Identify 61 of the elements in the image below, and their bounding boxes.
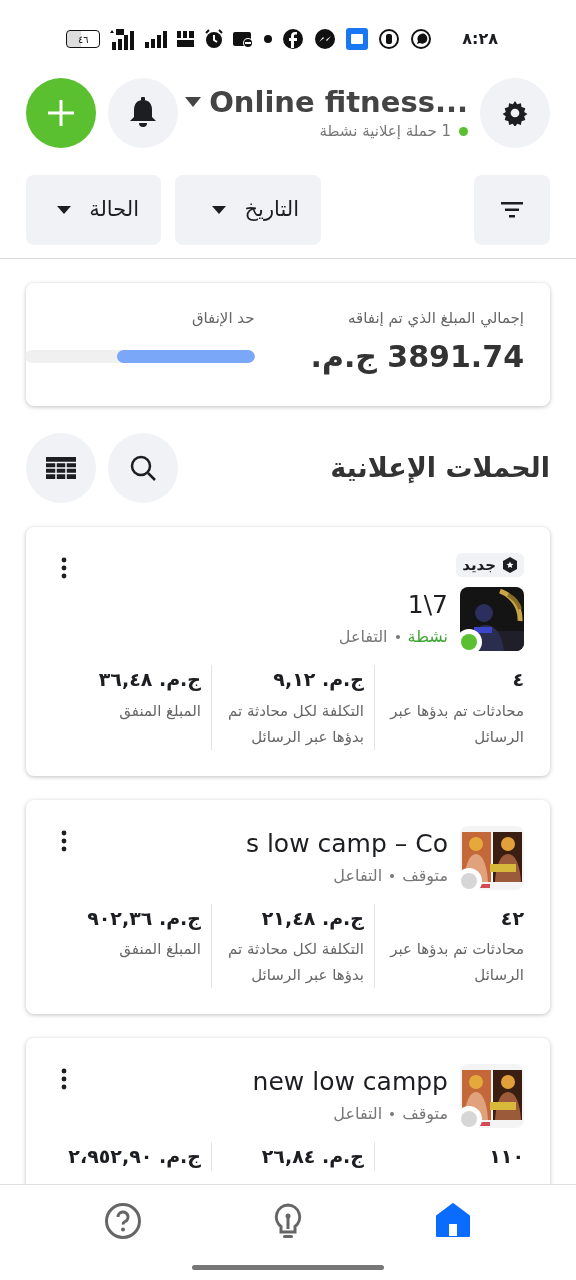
more-icon [61,829,67,852]
stat-label: محادثات تم بدؤها عبر الرسائل [388,700,524,748]
more-icon [61,1068,67,1090]
campaign-status: متوقف [402,864,448,888]
filter-dropdown[interactable]: الحالة [26,175,161,245]
filter-button[interactable] [474,175,550,245]
campaign-name[interactable]: s low camp – Co [245,825,448,862]
screen-cast-icon [232,29,255,49]
battery-icon: ٤٦ [66,30,101,48]
chat-icon [410,28,433,50]
spent-label: إجمالي المبلغ الذي تم إنفاقه [348,308,524,330]
filter-dropdown[interactable]: التاريخ [175,175,321,245]
spending-limit-label: حد الإنفاق [191,308,255,329]
notification-dot-icon [264,35,273,43]
section-title: الحملات الإعلانية [329,450,550,485]
spending-card[interactable]: إجمالي المبلغ الذي تم إنفاقه 3891.74 ج.م. حد الإنفاق [26,283,550,406]
campaign-name[interactable]: 1\7 [407,587,448,623]
settings-icon [502,100,528,126]
table-icon [46,457,76,479]
stat-value: ج.م. ٩٠٢,٣٦ [87,905,201,932]
status-time: ٨:٢٨ [462,28,498,50]
filter-icon [501,202,523,218]
facebook-icon [282,28,305,50]
caret-icon [185,96,202,107]
mobile-data-icon [108,28,137,50]
more-icon [61,557,67,579]
help-icon [103,1202,142,1240]
spent-amount: 3891.74 ج.م. [310,337,524,377]
stat-value: ج.م. ٣٦,٤٨ [98,667,201,693]
campaign-status: متوقف [402,1103,448,1126]
stat-label: التكلفة لكل محادثة تم بدؤها عبر الرسائل [227,939,364,986]
bell-icon [128,97,158,129]
star-icon [502,557,518,573]
signal-icon [144,30,169,48]
plus-icon [48,100,74,126]
campaign-objective: التفاعل [338,626,388,648]
stat-label: المبلغ المنفق [119,700,201,722]
stat-value: ١١٠ [489,1144,524,1169]
campaign-objective: التفاعل [333,1103,383,1125]
stat-label: المبلغ المنفق [119,939,201,960]
campaign-name[interactable]: new low campp [252,1064,448,1100]
account-selector[interactable]: Online fitness... [185,83,468,120]
campaign-status: نشطة [407,626,448,648]
active-campaigns-count: 1 حملة إعلانية نشطة [319,120,451,142]
stat-value: ٤ [512,667,524,692]
stat-value: ٤٢ [500,905,524,931]
stat-label: محادثات تم بدؤها عبر الرسائل [388,939,524,986]
stat-value: ج.م. ٢،٩٥٢,٩٠ [68,1144,201,1170]
new-badge: جديد [456,553,524,577]
stat-value: ج.م. ٩,١٢ [273,667,364,693]
search-icon [129,454,157,482]
campaign-objective: التفاعل [333,864,383,887]
caret-icon [212,206,227,214]
stat-value: ج.م. ٢١,٤٨ [261,905,364,932]
caret-icon [57,206,72,214]
alarm-icon [204,29,225,49]
stat-value: ج.م. ٢٦,٨٤ [261,1144,364,1170]
app-notification-icon [346,28,369,50]
messenger-icon [314,28,337,50]
home-icon [434,1202,473,1240]
stat-label: التكلفة لكل محادثة تم بدؤها عبر الرسائل [227,700,364,748]
